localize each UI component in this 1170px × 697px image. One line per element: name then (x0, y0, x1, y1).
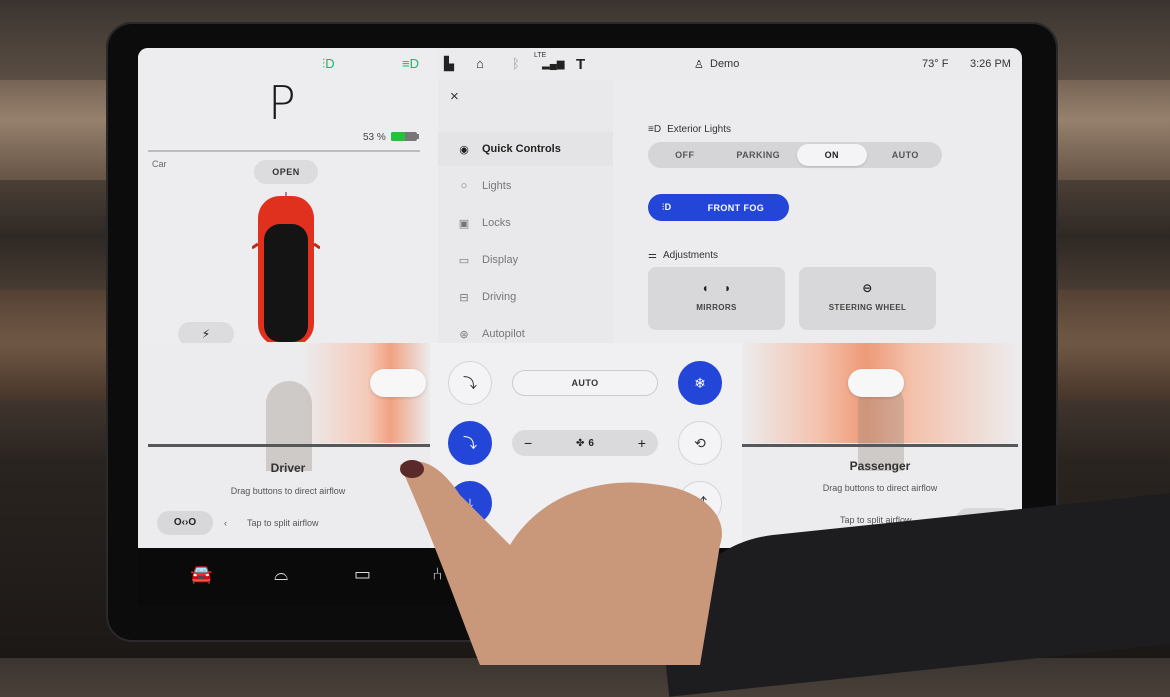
chevron-left-icon[interactable]: ‹ (224, 518, 227, 528)
face-vent-icon: ⤵ (463, 375, 477, 391)
menu-item-label: Autopilot (482, 328, 525, 340)
battery-icon (391, 132, 417, 141)
battery-fill (391, 132, 405, 141)
settings-menu: × ◉ Quick Controls ○ Lights ▣ Locks ▭ Displa… (438, 80, 613, 343)
bluetooth-icon[interactable]: ᛒ (512, 56, 520, 71)
steering-wheel-button[interactable]: ⊖ STEERING WHEEL (799, 267, 936, 330)
passenger-zone-title: Passenger (849, 459, 911, 473)
driver-split-airflow-label[interactable]: Tap to split airflow (247, 518, 319, 528)
homelink-icon[interactable]: ⌂ (476, 56, 484, 71)
lights-option-on[interactable]: ON (797, 144, 867, 166)
fan-decrease-button[interactable]: − (524, 435, 532, 451)
passenger-airflow-zone[interactable] (742, 343, 1018, 471)
menu-item-label: Display (482, 254, 519, 266)
menu-item-quick-controls[interactable]: ◉ Quick Controls (438, 132, 613, 166)
passenger-zone-divider (742, 444, 1018, 447)
car-panel: P 53 % Car OPEN ⚡ (138, 48, 438, 346)
menu-item-label: Driving (482, 291, 517, 303)
front-defrost-icon[interactable]: ⌓ (274, 564, 288, 585)
headlight-icon: ≡D (648, 124, 662, 135)
menu-item-driving[interactable]: ⊟ Driving (438, 280, 613, 314)
lock-icon[interactable]: ▙ (444, 56, 454, 72)
lightbulb-icon: ○ (460, 180, 468, 192)
driver-vent-handle[interactable] (370, 369, 426, 397)
snowflake-icon: ❄ (694, 374, 706, 391)
recirculate-icon: ⟲ (694, 434, 706, 451)
adjustments-title: ⚌ Adjustments (648, 250, 718, 261)
menu-item-locks[interactable]: ▣ Locks (438, 206, 613, 240)
gear-indicator: P (268, 76, 296, 130)
menu-item-label: Quick Controls (482, 143, 561, 155)
battery-percent: 53 % (363, 132, 386, 143)
fan-icon: ✤ (576, 437, 585, 449)
profile-icon[interactable]: ♙ (694, 58, 704, 71)
clock: 3:26 PM (970, 58, 1011, 70)
divider (148, 150, 420, 152)
exterior-lights-selector: OFF PARKING ON AUTO (648, 142, 942, 168)
lte-label: LTE (534, 52, 547, 59)
menu-item-display[interactable]: ▭ Display (438, 243, 613, 277)
climate-auto-button[interactable]: AUTO (512, 370, 658, 396)
fog-light-icon: ⫶D (322, 56, 335, 71)
rear-defrost-icon[interactable]: ▭ (354, 564, 371, 585)
face-feet-vent-icon: ⤵ (463, 435, 477, 451)
headlight-icon: ≡D (402, 56, 419, 71)
exterior-lights-title: ≡D Exterior Lights (648, 124, 731, 135)
driver-airflow-zone[interactable] (148, 343, 430, 471)
driver-split-airflow-button[interactable]: O‹›O (157, 511, 213, 535)
frunk-open-button[interactable]: OPEN (254, 160, 318, 184)
fan-speed-value: 6 (588, 437, 594, 449)
menu-item-lights[interactable]: ○ Lights (438, 169, 613, 203)
lightning-icon: ⚡ (201, 327, 211, 341)
lights-option-off[interactable]: OFF (650, 144, 720, 166)
signal-bars-icon: ▂▄▆ (542, 59, 565, 70)
profile-name[interactable]: Demo (710, 58, 739, 70)
user-hand (400, 460, 722, 665)
driver-airflow-hint: Drag buttons to direct airflow (230, 486, 346, 496)
mirrors-icon: ◖ ◗ (701, 281, 732, 295)
quick-controls-panel: ≡D Exterior Lights OFF PARKING ON AUTO ⫶D… (613, 80, 1022, 343)
lights-option-parking[interactable]: PARKING (724, 144, 794, 166)
front-fog-button[interactable]: ⫶D FRONT FOG (648, 194, 789, 221)
menu-item-label: Lights (482, 180, 512, 192)
steering-wheel-icon: ⊛ (459, 328, 469, 341)
mirrors-button[interactable]: ◖ ◗ MIRRORS (648, 267, 785, 330)
toggle-icon: ◉ (459, 143, 469, 156)
status-bar: ⫶D ≡D ▙ ⌂ ᛒ LTE ▂▄▆ T ♙ Demo 73° F 3:26 … (138, 48, 1022, 80)
temperature: 73° F (922, 58, 949, 70)
fan-increase-button[interactable]: + (638, 435, 646, 451)
driver-zone-title: Driver (270, 461, 306, 475)
car-icon: ⊟ (459, 291, 469, 304)
sliders-icon: ⚌ (648, 250, 657, 261)
ac-button[interactable]: ❄ (678, 361, 722, 405)
menu-item-label: Locks (482, 217, 511, 229)
battery-tip (417, 134, 419, 139)
face-vent-button[interactable]: ⤵ (448, 361, 492, 405)
car-section-label: Car (152, 159, 167, 169)
display-icon: ▭ (458, 254, 470, 267)
tesla-logo-icon[interactable]: T (576, 56, 585, 73)
lights-option-auto[interactable]: AUTO (871, 144, 941, 166)
fan-speed-control: − ✤ 6 + (512, 430, 658, 456)
fog-light-icon: ⫶D (662, 202, 672, 212)
lock-icon: ▣ (458, 217, 470, 230)
driver-zone-divider (148, 444, 430, 447)
car-top-view (252, 192, 320, 342)
close-icon[interactable]: × (450, 88, 459, 105)
steering-wheel-icon: ⊖ (862, 281, 873, 295)
car-icon[interactable]: 🚘 (190, 564, 212, 585)
driver-silhouette (266, 381, 312, 471)
passenger-vent-handle[interactable] (848, 369, 904, 397)
